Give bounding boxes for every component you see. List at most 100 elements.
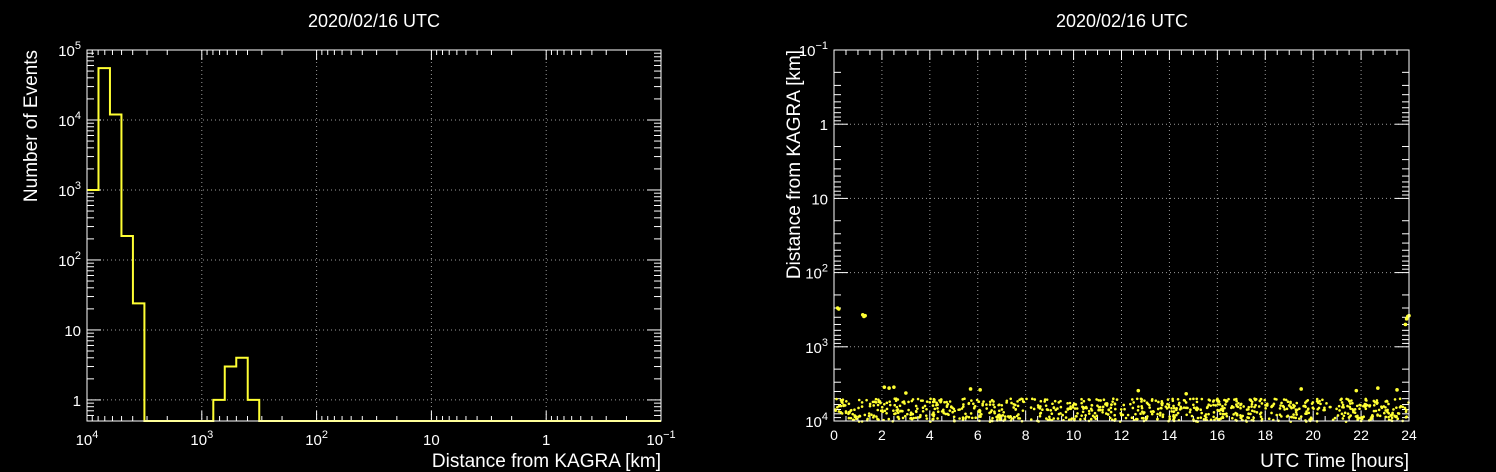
- scatter-band-point: [1000, 408, 1004, 411]
- scatter-band-point: [1166, 398, 1170, 401]
- scatter-band-point: [1233, 398, 1236, 401]
- scatter-band-point: [1068, 401, 1072, 405]
- scatter-band-point: [1362, 415, 1366, 419]
- scatter-x-tick-label: 6: [974, 427, 982, 443]
- scatter-band-point: [1340, 397, 1343, 401]
- scatter-band-point: [923, 404, 927, 408]
- scatter-band-point: [1380, 405, 1383, 409]
- scatter-band-point: [1069, 405, 1072, 408]
- scatter-x-tick-label: 10: [1066, 427, 1082, 443]
- scatter-band-point: [1221, 415, 1224, 419]
- scatter-band-point: [836, 406, 839, 409]
- scatter-band-point: [1212, 403, 1215, 407]
- scatter-band-point: [1069, 407, 1073, 411]
- scatter-band-point: [881, 409, 884, 412]
- scatter-band-point: [1285, 407, 1289, 411]
- scatter-band-point: [907, 408, 910, 412]
- scatter-band-point: [1167, 403, 1171, 407]
- scatter-band-point: [1305, 412, 1308, 416]
- scatter-band-point: [847, 402, 851, 406]
- scatter-band-point: [876, 408, 880, 412]
- scatter-band-point: [1126, 413, 1130, 417]
- scatter-band-point: [1150, 399, 1154, 402]
- scatter-band-point: [870, 413, 873, 417]
- scatter-band-point: [895, 409, 898, 412]
- scatter-band-point: [1282, 398, 1286, 401]
- scatter-band-point: [1140, 400, 1143, 403]
- scatter-band-point: [1136, 408, 1140, 412]
- scatter-band-point: [1161, 402, 1164, 405]
- scatter-band-point: [1351, 401, 1354, 405]
- scatter-band-point: [1395, 406, 1398, 409]
- scatter-band-point: [865, 398, 868, 402]
- scatter-band-point: [1359, 403, 1362, 407]
- scatter-band-point: [1029, 418, 1033, 421]
- scatter-band-point: [1080, 414, 1083, 417]
- scatter-band-point: [1270, 405, 1273, 409]
- scatter-band-point: [919, 399, 923, 402]
- scatter-band-point: [1396, 412, 1400, 415]
- scatter-band-point: [1255, 411, 1259, 414]
- scatter-band-point: [1239, 414, 1242, 417]
- scatter-band-point: [1030, 397, 1034, 401]
- scatter-band-point: [876, 403, 880, 407]
- scatter-point: [1184, 392, 1188, 396]
- scatter-band-point: [1184, 406, 1188, 410]
- scatter-band-point: [1305, 400, 1308, 403]
- scatter-band-point: [871, 400, 875, 404]
- scatter-band-point: [1095, 414, 1099, 418]
- scatter-band-point: [1322, 408, 1325, 412]
- scatter-band-point: [1247, 405, 1251, 409]
- scatter-band-point: [1097, 408, 1100, 412]
- histogram-y-tick-label: 10: [64, 323, 81, 340]
- scatter-band-point: [1207, 412, 1210, 416]
- scatter-band-point: [1110, 403, 1113, 406]
- scatter-band-point: [1159, 406, 1163, 410]
- scatter-band-point: [985, 407, 989, 410]
- scatter-band-point: [1089, 417, 1093, 421]
- scatter-band-point: [896, 411, 900, 415]
- scatter-band-point: [1079, 417, 1082, 421]
- scatter-band-point: [883, 409, 887, 413]
- scatter-band-point: [925, 417, 929, 420]
- scatter-band-point: [1176, 397, 1180, 401]
- scatter-band-point: [1000, 403, 1004, 407]
- scatter-band-point: [1358, 407, 1361, 411]
- scatter-point: [1403, 322, 1408, 327]
- scatter-band-point: [1266, 404, 1269, 407]
- scatter-band-point: [1342, 406, 1345, 409]
- scatter-band-point: [936, 410, 940, 414]
- scatter-band-point: [1259, 415, 1263, 418]
- scatter-band-point: [1375, 399, 1379, 402]
- scatter-band-point: [1172, 404, 1175, 408]
- scatter-band-point: [939, 399, 943, 403]
- scatter-band-point: [948, 409, 952, 412]
- scatter-band-point: [1021, 397, 1024, 401]
- scatter-band-point: [996, 414, 1000, 417]
- scatter-band-point: [1064, 416, 1068, 419]
- scatter-band-point: [1223, 406, 1226, 410]
- scatter-band-point: [880, 405, 884, 409]
- scatter-band-point: [979, 415, 982, 418]
- scatter-band-point: [1101, 408, 1104, 412]
- scatter-band-point: [1218, 403, 1222, 406]
- scatter-band-point: [997, 403, 1001, 406]
- histogram-x-tick-label: 10: [423, 432, 440, 449]
- scatter-band-point: [1175, 413, 1178, 417]
- scatter-band-point: [910, 399, 914, 403]
- scatter-y-axis-label: Distance from KAGRA [km]: [784, 50, 805, 279]
- scatter-band-point: [839, 410, 843, 414]
- scatter-band-point: [993, 410, 996, 413]
- scatter-band-point: [1147, 403, 1151, 407]
- scatter-band-point: [1260, 402, 1264, 405]
- scatter-band-point: [1039, 411, 1043, 415]
- scatter-band-point: [1206, 405, 1209, 409]
- scatter-band-point: [1168, 415, 1171, 418]
- scatter-band-point: [1221, 412, 1225, 416]
- scatter-band-point: [894, 412, 897, 415]
- scatter-band-point: [1295, 408, 1299, 412]
- scatter-band-point: [1365, 399, 1368, 402]
- scatter-band-point: [1064, 410, 1068, 414]
- scatter-band-point: [1235, 404, 1239, 408]
- scatter-band-point: [1232, 406, 1235, 409]
